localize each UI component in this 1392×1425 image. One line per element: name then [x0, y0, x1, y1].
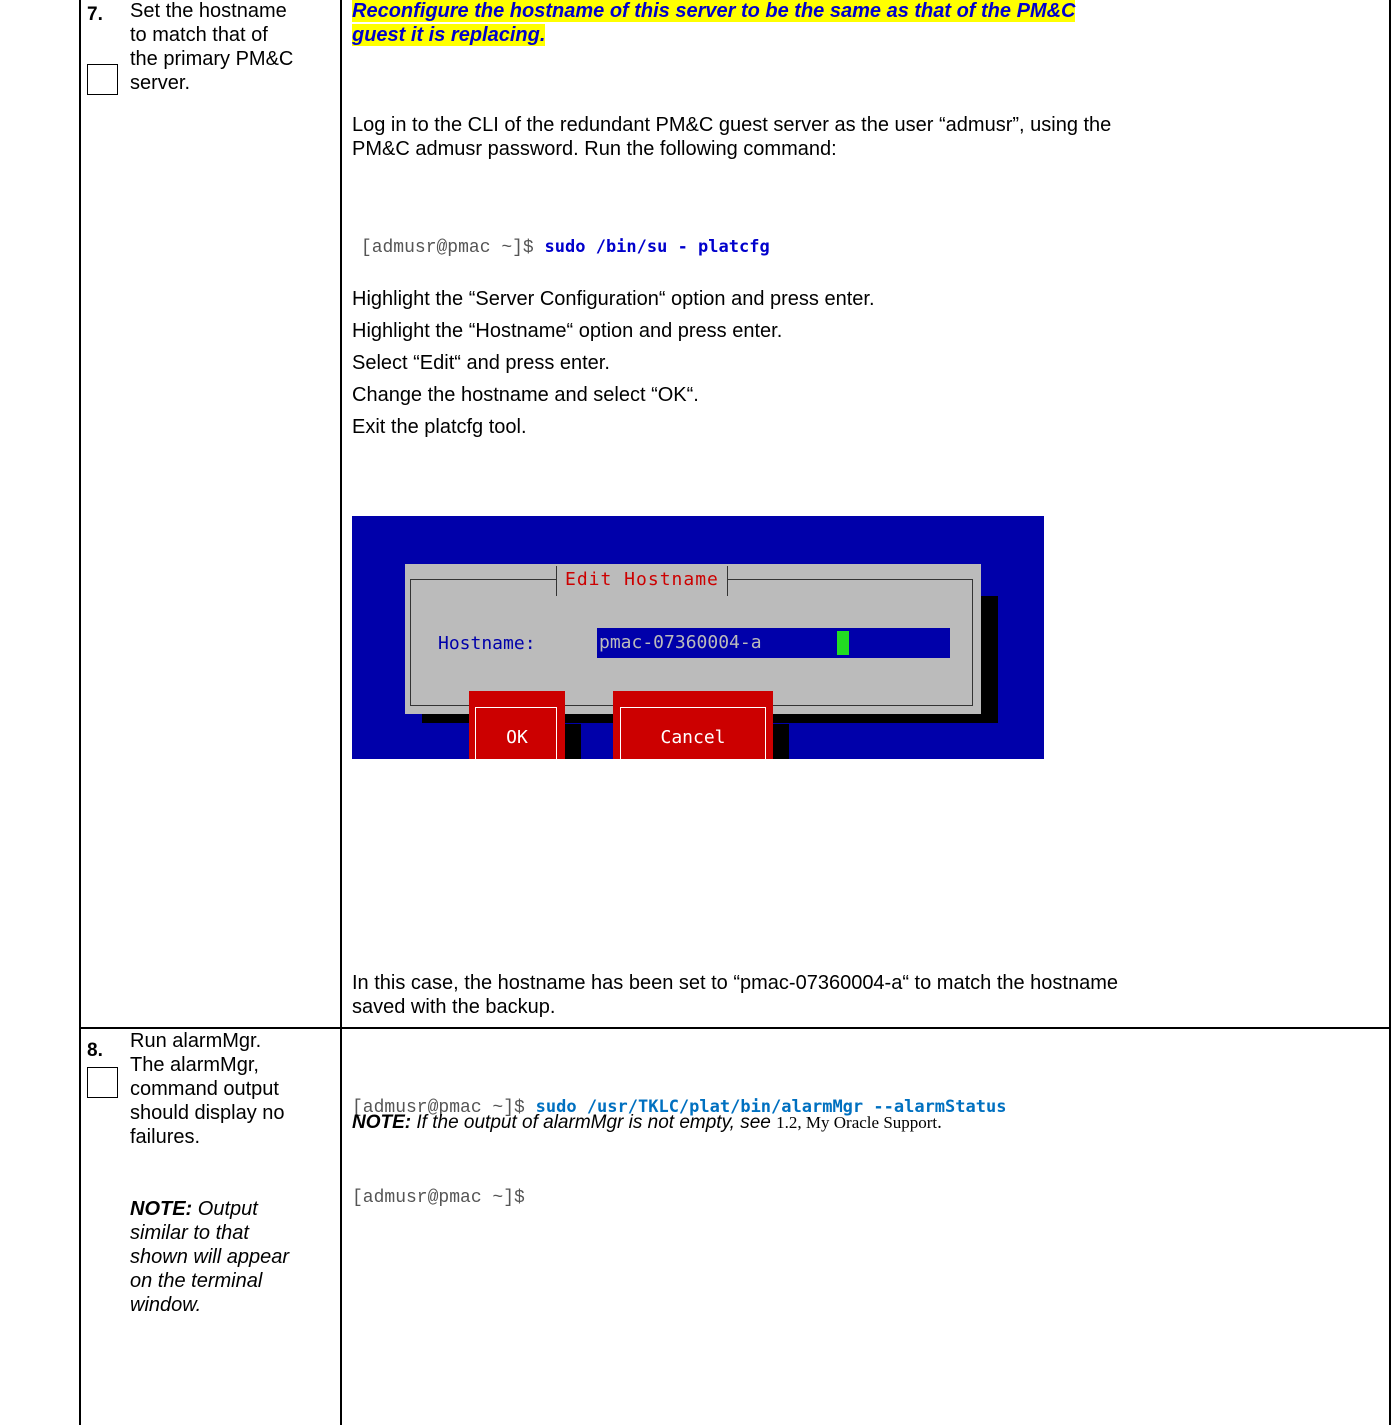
step-8-note-line: shown will appear [130, 1246, 289, 1268]
step-8-note-text: Output [192, 1198, 258, 1220]
step-8-note-line: on the terminal [130, 1270, 263, 1292]
step-7-title-line: server. [130, 72, 191, 94]
step-7-login-text: Log in to the CLI of the redundant PM&C … [352, 113, 1111, 161]
instruction-item: Highlight the “Server Configuration“ opt… [352, 288, 875, 310]
step-8-title-line: Run alarmMgr. [130, 1030, 262, 1052]
step-7-title-line: the primary PM&C [130, 48, 294, 70]
ok-label: OK [506, 727, 528, 748]
result-line-2: saved with the backup. [352, 996, 556, 1018]
step-8-note: NOTE: If the output of alarmMgr is not e… [352, 1112, 942, 1134]
command-prompt-2: [admusr@pmac ~]$ [352, 1188, 525, 1208]
step-8-title-line: The alarmMgr, [130, 1054, 259, 1076]
step-7-title-line: to match that of [130, 24, 268, 46]
step-8-note-line: window. [130, 1294, 202, 1316]
step-7-result-text: In this case, the hostname has been set … [352, 971, 1118, 1019]
note-end: . [937, 1112, 942, 1133]
table-col-divider-1 [340, 0, 342, 1425]
dialog-shadow-side [980, 596, 998, 723]
terminal-screenshot: Edit Hostname Hostname: pmac-07360004-a … [352, 516, 1044, 759]
instruction-item: Select “Edit“ and press enter. [352, 352, 610, 374]
step-8-title-line: should display no [130, 1102, 285, 1124]
hostname-input[interactable]: pmac-07360004-a [597, 628, 950, 658]
step-8-title: Run alarmMgr. The alarmMgr, command outp… [130, 1029, 335, 1317]
step-7-number: 7. [87, 4, 103, 25]
login-line-1: Log in to the CLI of the redundant PM&C … [352, 114, 1112, 136]
step-7-command: [admusr@pmac ~]$ sudo /bin/su - platcfg [352, 219, 770, 258]
hostname-value: pmac-07360004-a [599, 632, 762, 653]
ok-button[interactable]: OK [469, 691, 565, 759]
step-8-checkbox[interactable] [87, 1067, 118, 1098]
step-7-title: Set the hostname to match that of the pr… [130, 0, 335, 95]
cancel-button[interactable]: Cancel [613, 691, 773, 759]
instruction-item: Exit the platcfg tool. [352, 416, 527, 438]
step-7-heading: Reconfigure the hostname of this server … [352, 0, 1076, 47]
table-left-border [79, 0, 81, 1425]
command-text: sudo /bin/su - platcfg [544, 237, 770, 257]
table-right-border [1389, 0, 1391, 1425]
step-8-title-line: command output [130, 1078, 279, 1100]
instruction-item: Highlight the “Hostname“ option and pres… [352, 320, 783, 342]
dialog-title: Edit Hostname [565, 569, 719, 590]
note-text: If the output of alarmMgr is not empty, … [411, 1112, 777, 1133]
result-line-1: In this case, the hostname has been set … [352, 972, 1119, 994]
dialog-title-box: Edit Hostname [556, 566, 728, 596]
step-8-title-line: failures. [130, 1126, 201, 1148]
step-7-title-line: Set the hostname [130, 0, 287, 22]
note-label: NOTE: [352, 1112, 412, 1133]
support-reference[interactable]: 1.2, My Oracle Support [776, 1113, 937, 1132]
step-7-instructions: Highlight the “Server Configuration“ opt… [352, 287, 875, 447]
step-7-heading-line1: Reconfigure the hostname of this server … [352, 0, 1076, 22]
step-8-number: 8. [87, 1040, 103, 1061]
login-line-2: PM&C admusr password. Run the following … [352, 138, 837, 160]
instruction-item: Change the hostname and select “OK“. [352, 384, 699, 406]
step-7-checkbox[interactable] [87, 64, 118, 95]
step-7-heading-line2: guest it is replacing. [352, 24, 546, 46]
step-8-command: [admusr@pmac ~]$ sudo /usr/TKLC/plat/bin… [352, 1032, 1006, 1243]
step-8-note-line: similar to that [130, 1222, 249, 1244]
command-prompt: [admusr@pmac ~]$ [360, 238, 545, 258]
step-8-note-label: NOTE: [130, 1198, 193, 1220]
hostname-label: Hostname: [438, 633, 536, 654]
text-cursor [837, 631, 849, 655]
cancel-label: Cancel [660, 727, 726, 748]
